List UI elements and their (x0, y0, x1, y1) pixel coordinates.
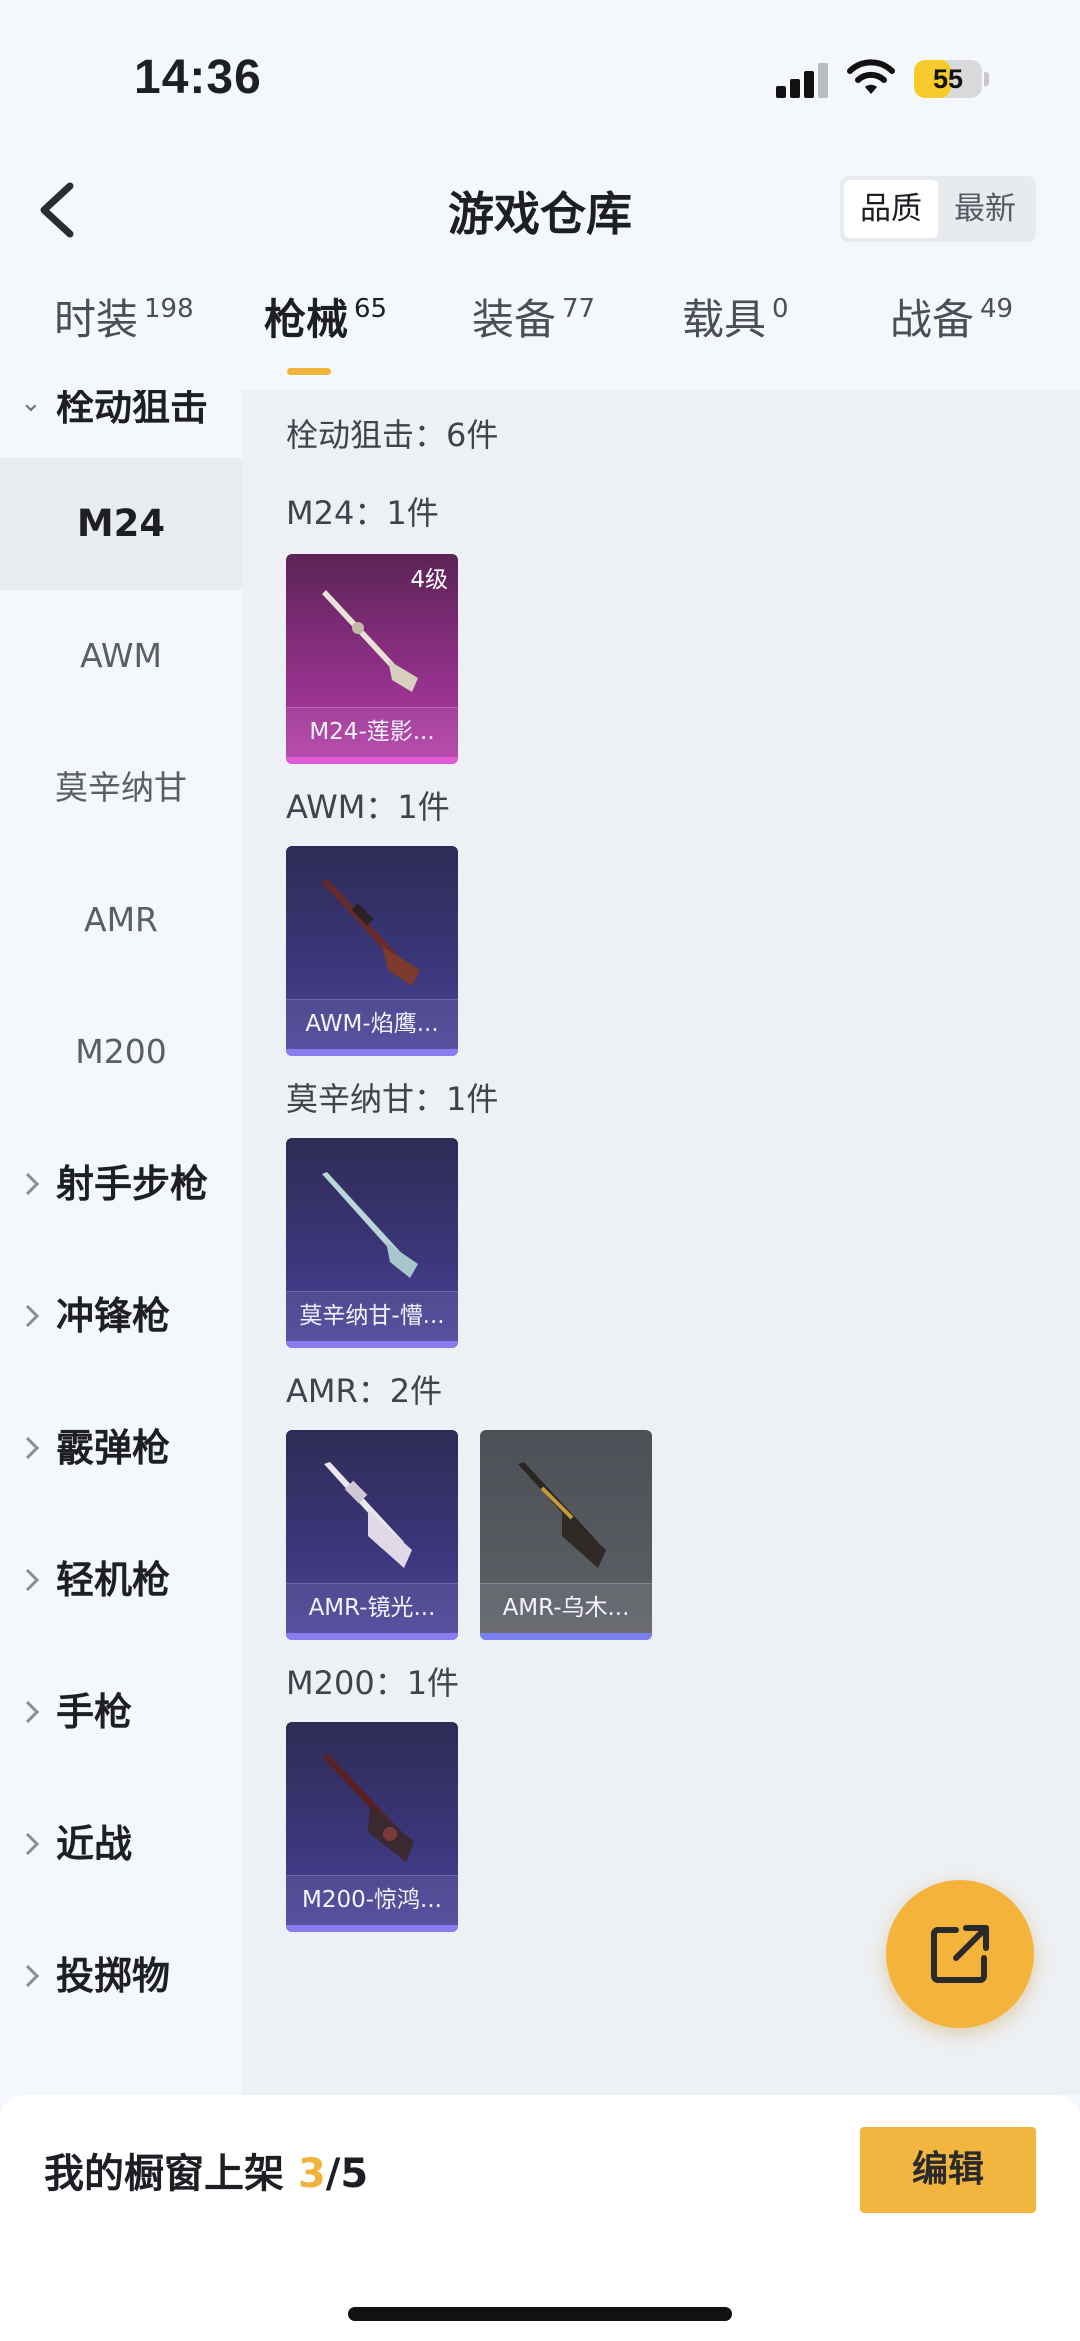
sidebar-item-m200[interactable]: M200 (0, 986, 242, 1118)
item-name: AMR-镜光... (308, 1595, 436, 1621)
item-name: 莫辛纳甘-懵... (299, 1303, 445, 1329)
sidebar-category-shotgun[interactable]: 霰弹枪 (0, 1382, 242, 1514)
chevron-right-icon (25, 1568, 40, 1592)
share-icon (931, 1925, 989, 1983)
item-card-m200[interactable]: M200-惊鸿... (286, 1722, 458, 1932)
sidebar-category-dmr[interactable]: 射手步枪 (0, 1118, 242, 1250)
sidebar: ⌄ 栓动狙击 M24 AWM 莫辛纳甘 AMR M200 射手步枪 冲锋枪 霰弹… (0, 390, 242, 2095)
category-tabs: 时装 198 枪械 65 装备 77 载具 0 战备 49 (0, 290, 1080, 390)
battery-level: 55 (932, 64, 964, 94)
section-title-awm: AWM：1件 (286, 788, 450, 826)
showcase-total-count: /5 (325, 2151, 369, 2197)
tab-count: 49 (980, 294, 1014, 324)
rifle-skin-image (322, 880, 420, 986)
chevron-right-icon (25, 1172, 40, 1196)
item-name: AWM-焰鹰... (305, 1011, 439, 1037)
sidebar-category-label: 霰弹枪 (56, 1426, 171, 1470)
tab-label: 装备 (472, 295, 557, 344)
sidebar-category-throwable[interactable]: 投掷物 (0, 1910, 242, 2042)
sidebar-category-melee[interactable]: 近战 (0, 1778, 242, 1910)
item-level: 4级 (410, 567, 448, 593)
chevron-right-icon (25, 1700, 40, 1724)
showcase-current-count: 3 (297, 2151, 326, 2197)
rifle-skin-image (322, 1754, 414, 1862)
battery-icon: 55 (914, 60, 989, 98)
signal-icon (776, 62, 828, 98)
sidebar-category-pistol[interactable]: 手枪 (0, 1646, 242, 1778)
tab-count: 0 (772, 294, 789, 324)
sidebar-item-awm[interactable]: AWM (0, 590, 242, 722)
active-tab-indicator (287, 368, 331, 375)
section-title-amr: AMR：2件 (286, 1372, 443, 1410)
tab-firearms[interactable]: 枪械 65 (264, 290, 387, 380)
sidebar-item-m24[interactable]: M24 (0, 458, 242, 590)
sidebar-item-amr[interactable]: AMR (0, 854, 242, 986)
sidebar-category-label: 近战 (56, 1822, 133, 1866)
wifi-icon (847, 59, 895, 94)
tab-vehicles[interactable]: 载具 0 (682, 290, 789, 380)
tab-fashion[interactable]: 时装 198 (54, 290, 194, 380)
section-title-mosin: 莫辛纳甘：1件 (286, 1080, 499, 1118)
sidebar-category-lmg[interactable]: 轻机枪 (0, 1514, 242, 1646)
tab-equipment[interactable]: 装备 77 (472, 290, 595, 380)
tab-count: 77 (562, 294, 596, 324)
sort-quality-button[interactable]: 品质 (844, 180, 938, 238)
item-grid: 栓动狙击：6件 M24：1件 4级 M24-莲影... AWM：1件 AWM-焰… (242, 390, 1080, 2095)
sidebar-category-label: 投掷物 (56, 1954, 171, 1998)
status-bar: 14:36 55 (0, 0, 1080, 150)
sidebar-category-smg[interactable]: 冲锋枪 (0, 1250, 242, 1382)
rifle-skin-image (324, 1462, 412, 1568)
sidebar-category-label: 射手步枪 (56, 1162, 209, 1206)
item-name: M200-惊鸿... (302, 1887, 442, 1913)
sort-toggle: 品质 最新 (840, 176, 1036, 242)
share-button[interactable] (886, 1880, 1034, 2028)
sidebar-category-label: 轻机枪 (56, 1558, 171, 1602)
tab-label: 枪械 (264, 295, 349, 344)
home-indicator (348, 2307, 732, 2321)
item-card-awm[interactable]: AWM-焰鹰... (286, 846, 458, 1056)
chevron-right-icon (25, 1832, 40, 1856)
chevron-right-icon (25, 1964, 40, 1988)
sidebar-category-label: 冲锋枪 (56, 1294, 171, 1338)
sidebar-item-mosin[interactable]: 莫辛纳甘 (0, 722, 242, 854)
status-time: 14:36 (134, 51, 262, 104)
tab-label: 载具 (682, 295, 767, 344)
tab-count: 65 (354, 294, 388, 324)
caret-down-icon: ⌄ (20, 390, 42, 418)
showcase-status: 我的橱窗上架 3/5 (44, 2141, 368, 2199)
item-card-mosin[interactable]: 莫辛纳甘-懵... (286, 1138, 458, 1348)
sort-newest-button[interactable]: 最新 (938, 180, 1032, 238)
item-name: M24-莲影... (309, 719, 435, 745)
section-title-m200: M200：1件 (286, 1664, 460, 1702)
tab-label: 时装 (54, 295, 139, 344)
item-card-amr-2[interactable]: AMR-乌木... (480, 1430, 652, 1640)
header: 游戏仓库 品质 最新 (0, 150, 1080, 270)
item-card-m24[interactable]: 4级 M24-莲影... (286, 554, 458, 764)
sidebar-category-label: 手枪 (56, 1690, 133, 1734)
edit-button[interactable]: 编辑 (860, 2127, 1036, 2213)
sidebar-group-label: 栓动狙击 (56, 390, 209, 429)
item-name: AMR-乌木... (502, 1595, 630, 1621)
showcase-label: 我的橱窗上架 (44, 2151, 284, 2197)
tab-count: 198 (144, 294, 194, 324)
item-card-amr-1[interactable]: AMR-镜光... (286, 1430, 458, 1640)
sidebar-group-bolt-action[interactable]: ⌄ 栓动狙击 (0, 390, 242, 446)
chevron-right-icon (25, 1436, 40, 1460)
chevron-right-icon (25, 1304, 40, 1328)
bottom-bar: 我的橱窗上架 3/5 编辑 (0, 2095, 1080, 2341)
tab-label: 战备 (890, 295, 975, 344)
tab-supplies[interactable]: 战备 49 (890, 290, 1013, 380)
content-header: 栓动狙击：6件 (286, 416, 499, 454)
rifle-skin-image (322, 1172, 418, 1278)
section-title-m24: M24：1件 (286, 494, 439, 532)
rifle-skin-image (518, 1462, 606, 1568)
